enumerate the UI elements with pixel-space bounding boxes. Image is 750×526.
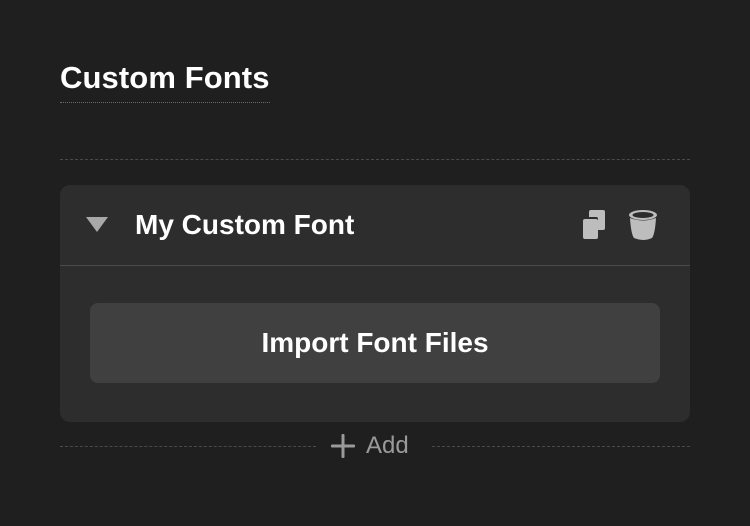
triangle-down-icon[interactable]	[84, 214, 110, 236]
font-name: My Custom Font	[135, 209, 355, 240]
add-row: Add	[60, 428, 690, 464]
section-title: Custom Fonts	[60, 58, 270, 103]
duplicate-icon[interactable]	[579, 208, 611, 242]
trash-icon[interactable]	[627, 208, 659, 242]
plus-icon	[330, 433, 356, 459]
add-divider-left	[60, 446, 316, 447]
add-divider-right	[432, 446, 690, 447]
section-divider	[60, 159, 690, 160]
add-font-button[interactable]: Add	[330, 428, 409, 464]
import-font-files-button[interactable]: Import Font Files	[90, 303, 660, 383]
add-label: Add	[366, 432, 409, 459]
font-card-header: My Custom Font	[60, 185, 690, 266]
font-card: My Custom Font Import Font Files	[60, 185, 690, 422]
font-card-body: Import Font Files	[60, 266, 690, 422]
custom-fonts-panel: Custom Fonts My Custom Font Import Font …	[0, 0, 750, 526]
